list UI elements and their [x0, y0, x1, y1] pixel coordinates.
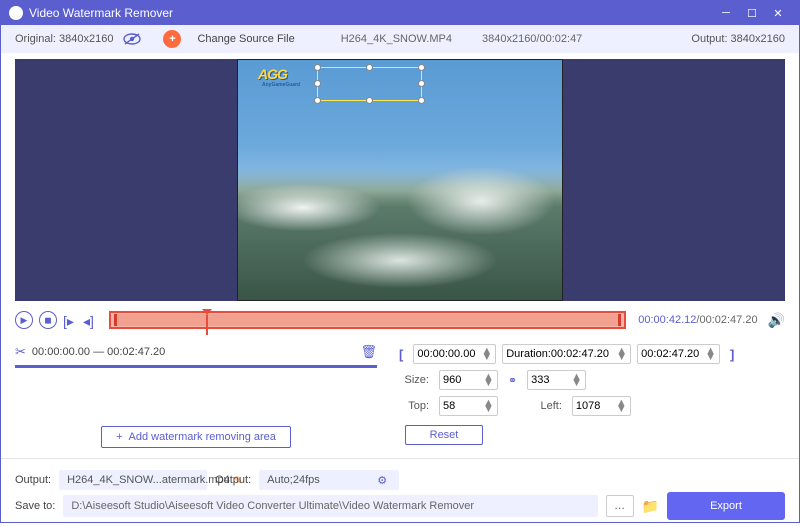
plus-icon: + — [116, 431, 122, 443]
size-label: Size: — [395, 374, 429, 386]
close-button[interactable]: ✕ — [765, 7, 791, 20]
reset-button[interactable]: Reset — [405, 425, 483, 445]
export-button[interactable]: Export — [667, 492, 785, 520]
resize-handle-bm[interactable] — [366, 97, 373, 104]
info-bar: Original: 3840x2160 + Change Source File… — [1, 25, 799, 53]
duration-input[interactable]: ▲▼ — [502, 344, 631, 364]
set-start-button[interactable]: [▸ — [63, 313, 77, 327]
output-settings-label: Output: — [215, 474, 251, 486]
start-time-input[interactable]: ▲▼ — [413, 344, 496, 364]
end-time-input[interactable]: ▲▼ — [637, 344, 720, 364]
watermark-logo-sub: AnyGameGuard — [262, 82, 300, 88]
width-input[interactable]: ▲▼ — [439, 370, 498, 390]
top-input[interactable]: ▲▼ — [439, 396, 498, 416]
resize-handle-bl[interactable] — [314, 97, 321, 104]
app-logo-icon — [9, 6, 23, 20]
current-time: 00:00:42.12 — [638, 314, 696, 326]
volume-icon[interactable]: 🔊 — [768, 312, 785, 329]
scissors-icon: ✂ — [15, 344, 26, 360]
bracket-start-icon[interactable]: [ — [395, 347, 407, 362]
settings-gear-icon[interactable]: ⚙ — [377, 474, 387, 487]
output-resolution-label: Output: 3840x2160 — [691, 33, 785, 45]
play-button[interactable]: ▶ — [15, 311, 33, 329]
resize-handle-lm[interactable] — [314, 80, 321, 87]
output-filename[interactable]: H264_4K_SNOW...atermark.mp4✎ — [59, 470, 207, 490]
resize-handle-tr[interactable] — [418, 64, 425, 71]
left-label: Left: — [528, 400, 562, 412]
playhead-marker[interactable] — [202, 309, 212, 315]
timeline-track[interactable] — [109, 311, 626, 329]
delete-range-button[interactable]: 🗑 — [360, 344, 377, 360]
open-folder-icon[interactable]: 📁 — [642, 498, 659, 515]
save-to-label: Save to: — [15, 500, 55, 512]
resize-handle-rm[interactable] — [418, 80, 425, 87]
total-time: /00:02:47.20 — [696, 314, 757, 326]
add-area-label: Add watermark removing area — [129, 431, 276, 443]
output-settings[interactable]: Auto;24fps⚙ — [259, 470, 399, 490]
selection-rectangle[interactable] — [317, 67, 422, 101]
resize-handle-br[interactable] — [418, 97, 425, 104]
playback-controls: ▶ ◼ [▸ ◂] 00:00:42.12/00:02:47.20 🔊 — [15, 305, 785, 335]
source-filename: H264_4K_SNOW.MP4 — [341, 33, 452, 45]
left-input[interactable]: ▲▼ — [572, 396, 631, 416]
app-title: Video Watermark Remover — [29, 6, 713, 20]
title-bar: Video Watermark Remover ─ ☐ ✕ — [1, 1, 799, 25]
range-bar — [15, 365, 377, 368]
watermark-logo-text: AGG — [258, 66, 287, 82]
stop-button[interactable]: ◼ — [39, 311, 57, 329]
preview-toggle-icon[interactable] — [123, 33, 141, 45]
maximize-button[interactable]: ☐ — [739, 7, 765, 20]
top-label: Top: — [395, 400, 429, 412]
set-end-button[interactable]: ◂] — [83, 313, 97, 327]
add-watermark-area-button[interactable]: + Add watermark removing area — [101, 426, 291, 448]
range-list-item[interactable]: ✂ 00:00:00.00 — 00:02:47.20 🗑 — [15, 341, 377, 363]
browse-path-button[interactable]: … — [606, 495, 634, 517]
range-text: 00:00:00.00 — 00:02:47.20 — [32, 346, 355, 358]
video-preview[interactable]: AGG AnyGameGuard — [15, 59, 785, 301]
source-res-duration: 3840x2160/00:02:47 — [482, 33, 582, 45]
bracket-end-icon[interactable]: ] — [726, 347, 738, 362]
minimize-button[interactable]: ─ — [713, 7, 739, 19]
output-file-label: Output: — [15, 474, 51, 486]
aspect-lock-icon[interactable]: ⚭ — [508, 374, 517, 387]
original-resolution-label: Original: 3840x2160 — [15, 33, 113, 45]
resize-handle-tm[interactable] — [366, 64, 373, 71]
height-input[interactable]: ▲▼ — [527, 370, 586, 390]
change-source-label[interactable]: Change Source File — [197, 33, 294, 45]
save-path: D:\Aiseesoft Studio\Aiseesoft Video Conv… — [63, 495, 597, 517]
add-source-button[interactable]: + — [163, 30, 181, 48]
resize-handle-tl[interactable] — [314, 64, 321, 71]
